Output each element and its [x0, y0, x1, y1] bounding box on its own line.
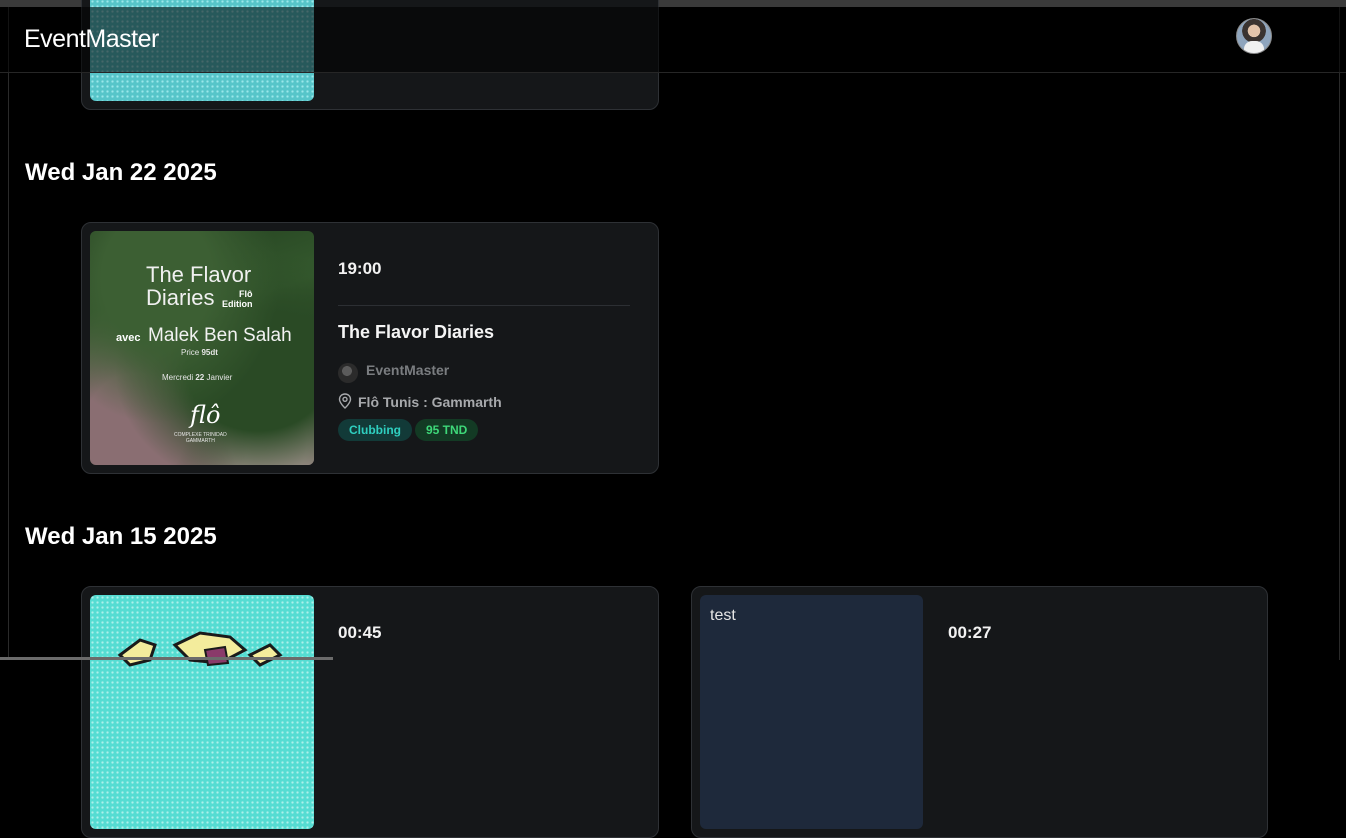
brand-logo[interactable]: EventMaster	[24, 25, 159, 54]
poster-avec: avec	[116, 332, 141, 344]
event-card[interactable]: test 00:27	[691, 586, 1268, 838]
price-badge: 95 TND	[415, 419, 479, 441]
poster-artist: Malek Ben Salah	[148, 325, 292, 346]
event-card[interactable]: 00:45	[81, 586, 659, 838]
app-header: EventMaster	[0, 7, 1346, 73]
image-alt-text: test	[710, 607, 736, 624]
location-pin-icon	[338, 393, 352, 409]
event-time: 00:45	[338, 623, 382, 642]
event-title[interactable]: The Flavor Diaries	[338, 322, 494, 343]
poster-date-day: Mercredi	[162, 373, 194, 382]
poster-edition-2: Edition	[222, 299, 253, 309]
poster-price: Price 95dt	[181, 348, 218, 357]
poster-edition-1: Flô	[239, 289, 253, 299]
poster-price-label: Price	[181, 348, 200, 357]
event-location: Flô Tunis : Gammarth	[358, 394, 502, 410]
poster-date: Mercredi 22 Janvier	[162, 373, 232, 382]
event-thumbnail	[90, 595, 314, 829]
event-time: 00:27	[948, 623, 992, 642]
organizer-avatar	[338, 363, 358, 383]
avatar-body	[1244, 41, 1264, 53]
poster-edition: Flô Edition	[222, 289, 253, 309]
poster-price-value: 95dt	[201, 348, 218, 357]
event-image: test	[700, 595, 923, 829]
poster-date-month: Janvier	[206, 373, 233, 382]
page-frame-right	[1339, 7, 1340, 660]
page-frame-left	[8, 7, 9, 660]
genre-badge: Clubbing	[338, 419, 412, 441]
poster-date-num: 22	[195, 373, 205, 382]
event-time: 19:00	[338, 259, 382, 278]
pixel-art-figure	[117, 631, 283, 667]
organizer-name[interactable]: EventMaster	[366, 362, 449, 378]
event-card[interactable]: The Flavor Diaries Flô Edition avec Male…	[81, 222, 659, 474]
poster-logo: flô	[190, 401, 221, 429]
divider	[338, 305, 630, 306]
section-date-heading: Wed Jan 15 2025	[25, 523, 217, 550]
poster-venue-2: GAMMARTH	[185, 438, 215, 444]
event-poster: The Flavor Diaries Flô Edition avec Male…	[90, 231, 314, 465]
user-avatar[interactable]	[1236, 18, 1272, 54]
section-date-heading: Wed Jan 22 2025	[25, 159, 217, 186]
poster-venue: COMPLEXE TRINIDAD GAMMARTH	[174, 432, 227, 444]
